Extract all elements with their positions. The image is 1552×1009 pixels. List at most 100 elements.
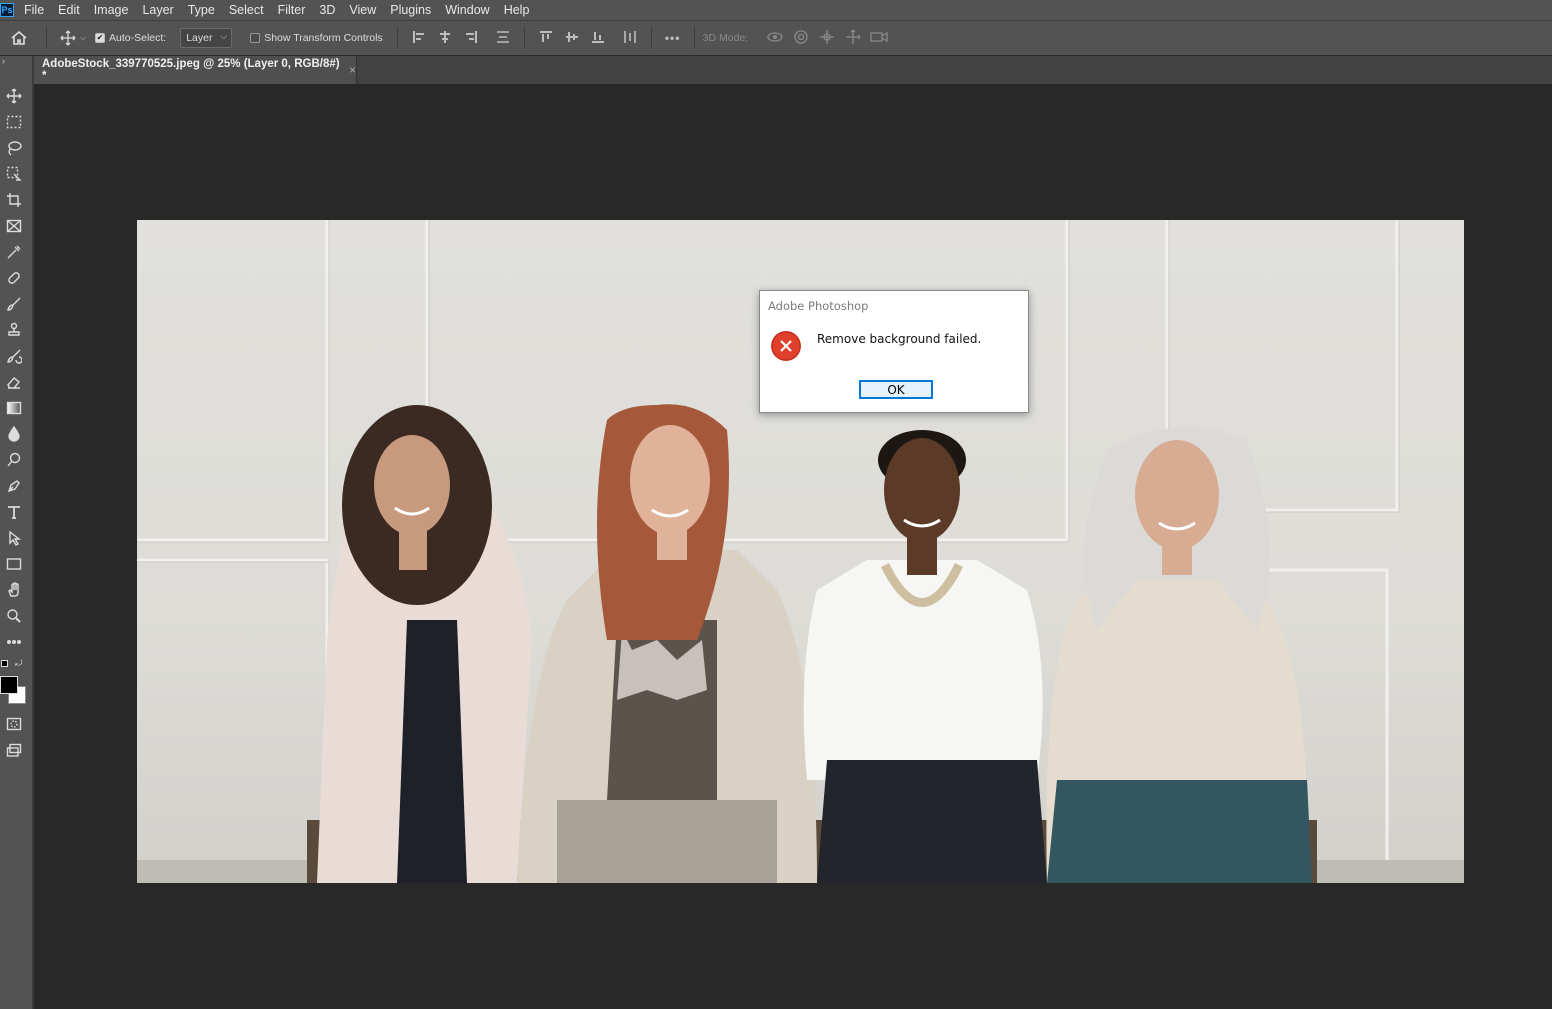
history-brush-tool[interactable] (3, 345, 25, 367)
clone-stamp-tool[interactable] (3, 319, 25, 341)
menu-select[interactable]: Select (222, 3, 271, 17)
crop-tool[interactable] (3, 189, 25, 211)
divider (396, 27, 398, 49)
zoom-3d-camera-button[interactable] (866, 30, 892, 46)
lasso-tool[interactable] (3, 137, 25, 159)
menu-filter[interactable]: Filter (271, 3, 313, 17)
brush-tool[interactable] (3, 293, 25, 315)
blur-tool[interactable] (3, 423, 25, 445)
pan-icon (820, 29, 835, 44)
auto-select-checkbox[interactable]: Auto-Select: (95, 23, 166, 53)
menu-help[interactable]: Help (497, 3, 537, 17)
move-icon (6, 88, 22, 104)
hand-tool[interactable] (3, 579, 25, 601)
object-selection-tool[interactable] (3, 163, 25, 185)
align-vertical-centers-button[interactable] (559, 30, 585, 47)
more-dots-icon (7, 640, 21, 644)
chevron-down-icon: ⌵ (220, 31, 228, 41)
eyedropper-tool[interactable] (3, 241, 25, 263)
brush-icon (7, 297, 21, 311)
checkbox-icon (250, 33, 261, 43)
divider (523, 27, 525, 49)
more-options-button[interactable]: ••• (660, 31, 686, 45)
frame-tool[interactable] (3, 215, 25, 237)
history-brush-icon (7, 349, 22, 364)
document-tab[interactable]: AdobeStock_339770525.jpeg @ 25% (Layer 0… (34, 56, 357, 84)
align-top-icon (539, 30, 552, 42)
distribute-vertically-button[interactable] (490, 30, 516, 47)
tools-panel: › ⤾ (0, 56, 34, 1009)
pen-tool[interactable] (3, 475, 25, 497)
collapse-arrow-icon[interactable]: › (2, 56, 5, 66)
divider (650, 27, 652, 49)
align-horizontal-centers-button[interactable] (432, 30, 458, 47)
auto-select-target-select[interactable]: Layer ⌵ (180, 28, 233, 48)
bandage-icon (8, 272, 20, 284)
roll-3d-camera-button[interactable] (788, 29, 814, 48)
ok-button[interactable]: OK (859, 380, 933, 399)
spot-healing-tool[interactable] (3, 267, 25, 289)
gradient-tool[interactable] (3, 397, 25, 419)
align-bottom-edges-button[interactable] (585, 30, 611, 47)
menu-file[interactable]: File (20, 3, 51, 17)
screen-mode-icon (6, 743, 22, 757)
menu-bar: Ps File Edit Image Layer Type Select Fil… (0, 0, 1552, 20)
hand-icon (8, 582, 19, 597)
frame-icon (6, 219, 22, 233)
move-tool-preset-button[interactable]: ⌵ (55, 23, 91, 53)
checkbox-icon (95, 33, 105, 43)
eraser-tool[interactable] (3, 371, 25, 393)
quick-mask-button[interactable] (3, 713, 25, 735)
foreground-color-swatch[interactable] (0, 676, 18, 694)
align-bottom-icon (591, 31, 604, 43)
swap-colors-icon[interactable]: ⤾ (15, 658, 23, 669)
dialog-title: Adobe Photoshop (768, 299, 869, 313)
rectangle-tool[interactable] (3, 553, 25, 575)
menu-edit[interactable]: Edit (51, 3, 87, 17)
menu-layer[interactable]: Layer (135, 3, 180, 17)
move-tool[interactable] (3, 85, 25, 107)
home-button[interactable] (0, 23, 38, 53)
menu-view[interactable]: View (342, 3, 383, 17)
menu-type[interactable]: Type (181, 3, 222, 17)
orbit-icon (767, 31, 783, 42)
rectangular-marquee-tool[interactable] (3, 111, 25, 133)
type-tool[interactable] (3, 501, 25, 523)
error-icon (771, 331, 801, 361)
align-left-edges-button[interactable] (406, 30, 432, 47)
menu-image[interactable]: Image (87, 3, 136, 17)
menu-3d[interactable]: 3D (312, 3, 342, 17)
quick-mask-icon (6, 717, 22, 731)
type-icon (8, 506, 20, 519)
orbit-3d-camera-button[interactable] (762, 30, 788, 47)
menu-window[interactable]: Window (438, 3, 496, 17)
align-top-edges-button[interactable] (533, 30, 559, 47)
magnifier-icon (7, 609, 21, 623)
path-selection-icon (9, 530, 22, 546)
distribute-horizontally-button[interactable] (617, 30, 643, 47)
3d-mode-label: 3D Mode: (702, 32, 749, 44)
dodge-tool[interactable] (3, 449, 25, 471)
dodge-icon (7, 452, 21, 467)
default-colors-icon[interactable] (1, 660, 9, 668)
photoshop-logo: Ps (0, 3, 14, 17)
align-right-icon (465, 30, 477, 43)
show-transform-controls-checkbox[interactable]: Show Transform Controls (250, 23, 383, 53)
slide-3d-camera-button[interactable] (840, 29, 866, 48)
screen-mode-button[interactable] (3, 739, 25, 761)
align-middle-icon (565, 31, 578, 42)
divider (46, 27, 47, 49)
pan-3d-camera-button[interactable] (814, 29, 840, 48)
edit-toolbar-button[interactable] (3, 631, 25, 653)
close-icon[interactable]: × (349, 63, 356, 77)
auto-select-target-value: Layer (186, 32, 213, 44)
home-icon (11, 30, 27, 45)
zoom-tool[interactable] (3, 605, 25, 627)
document-tab-title: AdobeStock_339770525.jpeg @ 25% (Layer 0… (42, 58, 340, 82)
dialog-message: Remove background failed. (817, 332, 982, 346)
align-right-edges-button[interactable] (458, 30, 484, 47)
eyedropper-icon (7, 245, 21, 259)
menu-plugins[interactable]: Plugins (383, 3, 438, 17)
path-selection-tool[interactable] (3, 527, 25, 549)
gradient-icon (6, 401, 22, 415)
